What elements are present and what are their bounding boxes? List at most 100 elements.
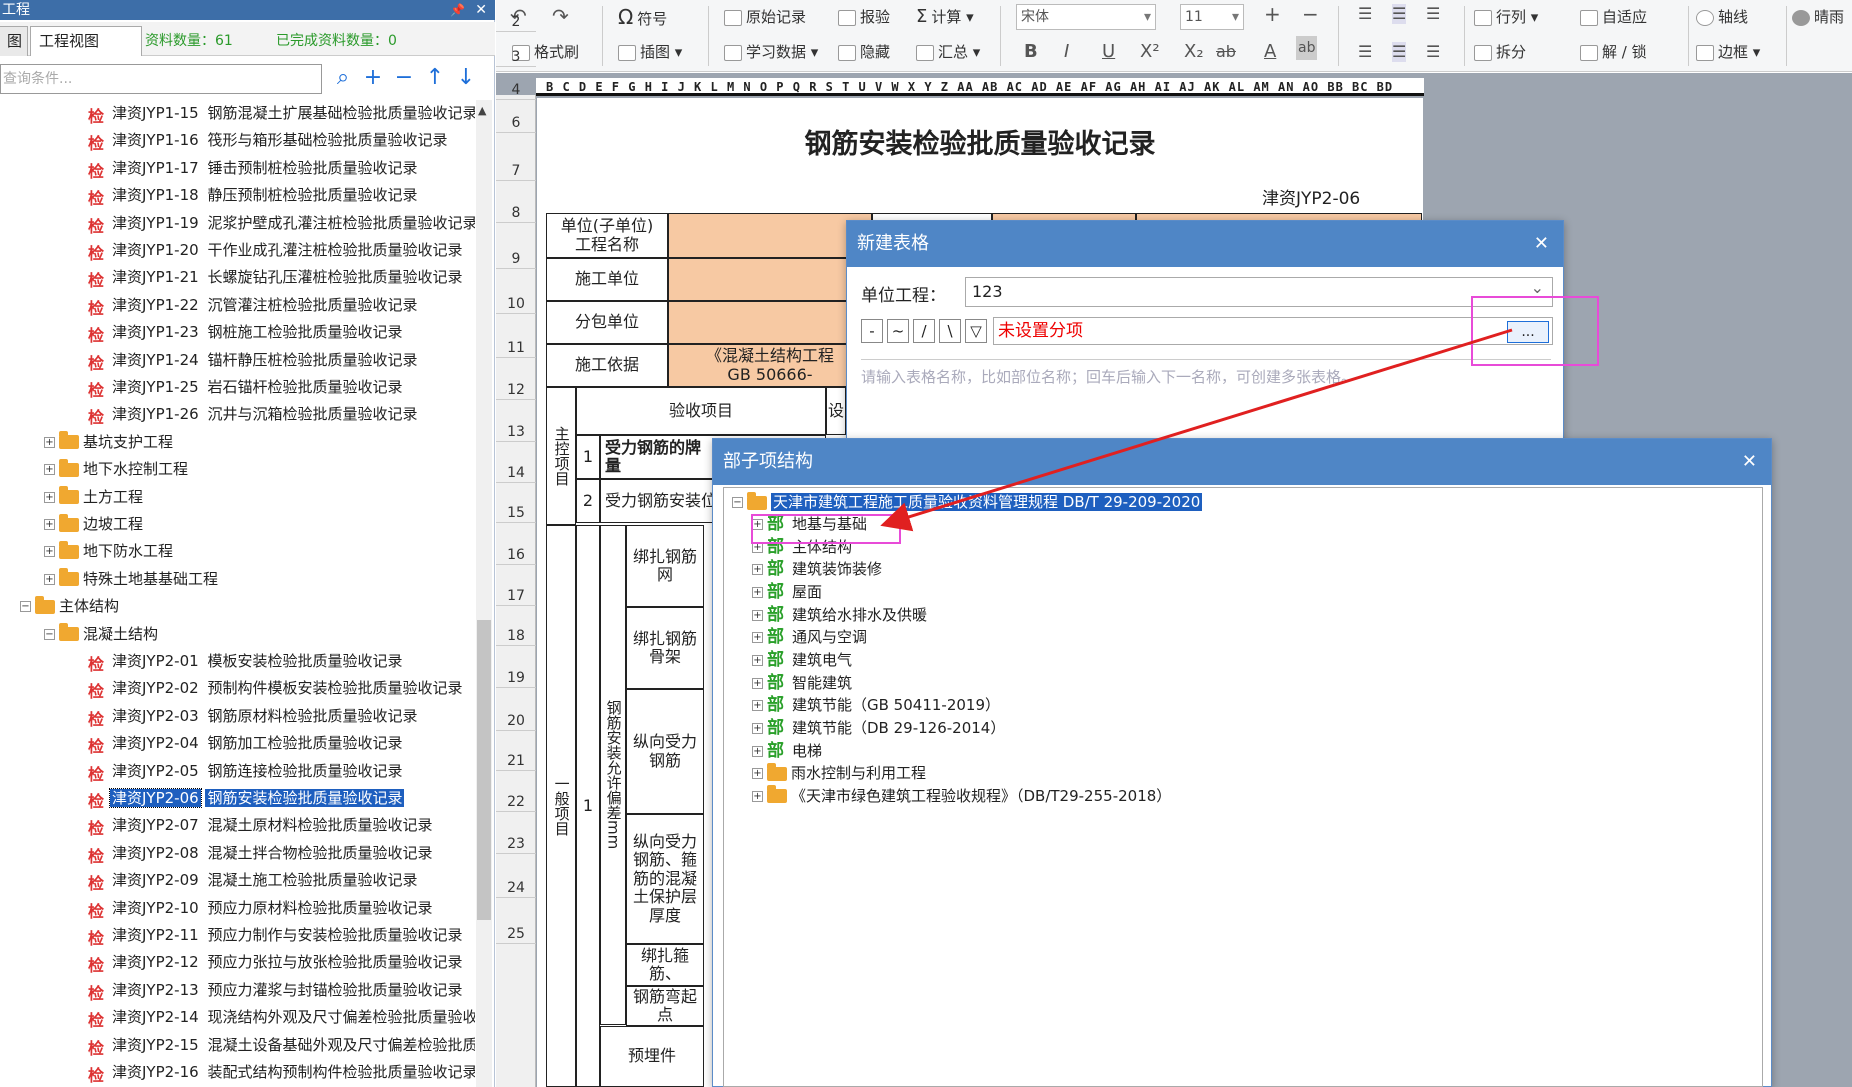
calc-button[interactable]: Σ 计算 ▾ [916,7,974,27]
italic-icon[interactable]: I [1064,42,1069,62]
unlock-button[interactable]: 解 / 锁 [1580,42,1647,62]
tree-leaf-item[interactable]: 检津资JYP2-08 混凝土拌合物检验批质量验收记录 [88,840,434,866]
basis-value[interactable]: 《混凝土结构工程 GB 50666- [668,344,872,387]
arrow-up-icon[interactable]: ↑ [422,64,448,94]
border-button[interactable]: 边框 ▾ [1696,42,1760,62]
expand-icon[interactable]: + [44,436,55,448]
form-code[interactable]: 津资JYP2-06 [1262,184,1360,209]
slash-button[interactable]: / [913,319,935,343]
tree-leaf-item[interactable]: 检津资JYP2-06 钢筋安装检验批质量验收记录 [88,785,405,811]
tree-folder-item[interactable]: + 土方工程 [44,484,143,510]
align-middle-icon[interactable]: ☰ [1392,4,1407,24]
tree-folder-item[interactable]: + 地下水控制工程 [44,456,188,482]
tree-leaf-item[interactable]: 检津资JYP1-23 钢桩施工检验批质量验收记录 [88,319,404,345]
collapse-icon[interactable]: − [732,497,743,508]
close-icon[interactable]: ✕ [1534,221,1549,267]
expand-icon[interactable]: + [44,519,55,530]
char-icon[interactable]: ab [1296,36,1318,60]
tree-folder-item[interactable]: + 特殊土地基基础工程 [44,566,218,592]
construct-unit-value[interactable] [668,258,872,301]
tree-division-item[interactable]: + 部屋面 [752,582,822,602]
tree-folder-item[interactable]: + 地下防水工程 [44,538,173,564]
tree-leaf-item[interactable]: 检津资JYP1-24 锚杆静压桩检验批质量验收记录 [88,347,419,373]
underline-icon[interactable]: U [1102,42,1115,62]
align-left-icon[interactable]: ☰ [1358,42,1372,62]
tree-leaf-item[interactable]: 检津资JYP2-12 预应力张拉与放张检验批质量验收记录 [88,949,464,975]
add-icon[interactable]: + [360,64,386,94]
row-number[interactable]: 18 [496,626,536,646]
tree-leaf-item[interactable]: 检津资JYP2-07 混凝土原材料检验批质量验收记录 [88,812,434,838]
original-record-button[interactable]: 原始记录 [724,7,806,27]
sub-unit-value[interactable] [668,301,872,344]
row-number[interactable]: 2 [496,12,536,32]
tree-leaf-item[interactable]: 检津资JYP2-14 现浇结构外观及尺寸偏差检验批质量验收 [88,1004,475,1030]
tree-leaf-item[interactable]: 检津资JYP2-16 装配式结构预制构件检验批质量验收记录 [88,1059,475,1085]
expand-icon[interactable]: + [752,700,763,712]
tilde-button[interactable]: ~ [887,319,909,343]
tree-leaf-item[interactable]: 检津资JYP2-10 预应力原材料检验批质量验收记录 [88,895,434,921]
auto-fit-button[interactable]: 自适应 [1580,7,1647,27]
sub-item-field[interactable]: 未设置分项 [993,317,1553,345]
tree-leaf-item[interactable]: 检津资JYP1-17 锤击预制桩检验批质量验收记录 [88,155,419,181]
tab-graph[interactable]: 图 [0,26,28,56]
tree-folder-item[interactable]: − 混凝土结构 [44,621,158,647]
expand-icon[interactable]: + [752,768,763,780]
scrollbar-thumb[interactable] [477,620,491,920]
tree-leaf-item[interactable]: 检津资JYP2-03 钢筋原材料检验批质量验收记录 [88,703,419,729]
form-title[interactable]: 钢筋安装检验批质量验收记录 [537,122,1423,161]
tree-division-item[interactable]: + 部电梯 [752,741,822,761]
expand-icon[interactable]: + [752,564,763,576]
align-right-icon[interactable]: ☰ [1426,42,1440,62]
hide-button[interactable]: 隐藏 [838,42,890,62]
expand-icon[interactable]: + [752,722,763,734]
table-name-input[interactable]: 请输入表格名称，比如部位名称；回车后输入下一名称，可创建多张表格。 [861,359,1551,387]
backslash-button[interactable]: \ [939,319,961,343]
tree-folder-item[interactable]: + 《天津市绿色建筑工程验收规程》（DB/T29-255-2018） [752,785,1171,806]
learn-data-button[interactable]: 学习数据 ▾ [724,42,818,62]
tree-division-item[interactable]: + 部建筑给水排水及供暖 [752,605,927,625]
scroll-up-icon[interactable]: ▲ [478,104,486,117]
search-input[interactable]: 查询条件... [0,64,322,94]
expand-icon[interactable]: + [752,677,763,689]
tree-leaf-item[interactable]: 检津资JYP1-20 干作业成孔灌注桩检验批质量验收记录 [88,237,464,263]
font-color-icon[interactable]: A [1264,42,1276,62]
row-number[interactable]: 22 [496,792,536,812]
insert-image-button[interactable]: 插图 ▾ [618,42,682,62]
tree-leaf-item[interactable]: 检津资JYP2-01 模板安装检验批质量验收记录 [88,648,404,674]
expand-icon[interactable]: + [44,464,55,476]
tree-folder-item[interactable]: + 雨水控制与利用工程 [752,762,926,783]
row-col-button[interactable]: 行列 ▾ [1474,7,1538,27]
collapse-icon[interactable]: − [20,601,31,613]
tree-leaf-item[interactable]: 检津资JYP1-15 钢筋混凝土扩展基础检验批质量验收记录 [88,100,475,126]
unit-project-select[interactable]: 123 [965,274,1553,307]
split-button[interactable]: 拆分 [1474,42,1526,62]
row-number[interactable]: 11 [496,338,536,358]
row-number[interactable]: 21 [496,751,536,771]
tree-leaf-item[interactable]: 检津资JYP2-04 钢筋加工检验批质量验收记录 [88,730,404,756]
row-number[interactable]: 14 [496,463,536,483]
row-number[interactable]: 9 [496,249,536,269]
tree-folder-item[interactable]: − 主体结构 [20,593,119,619]
tree-leaf-item[interactable]: 检津资JYP1-21 长螺旋钻孔压灌桩检验批质量验收记录 [88,264,464,290]
summary-button[interactable]: 汇总 ▾ [916,42,980,62]
expand-icon[interactable]: + [44,491,55,503]
tree-leaf-item[interactable]: 检津资JYP2-09 混凝土施工检验批质量验收记录 [88,867,419,893]
row-number[interactable]: 16 [496,545,536,565]
row-number[interactable]: 24 [496,878,536,898]
expand-icon[interactable]: + [44,573,55,585]
decrease-font-icon[interactable]: − [1302,4,1319,24]
tree-division-item[interactable]: + 部通风与空调 [752,627,867,647]
unit-name-value[interactable] [668,213,872,258]
row-number[interactable]: 19 [496,668,536,688]
tree-scrollbar[interactable] [476,100,492,1087]
search-icon[interactable]: ⌕ [330,64,356,94]
row-number[interactable]: 7 [496,161,536,181]
row-number[interactable]: 3 [496,47,536,67]
expand-icon[interactable]: + [752,790,763,802]
triangle-button[interactable]: ▽ [965,319,987,343]
minus-icon[interactable]: − [391,64,417,94]
increase-font-icon[interactable]: + [1264,4,1281,24]
tree-division-item[interactable]: + 部建筑装饰装修 [752,559,882,579]
expand-icon[interactable]: + [752,654,763,666]
tree-leaf-item[interactable]: 检津资JYP1-16 筏形与箱形基础检验批质量验收记录 [88,127,449,153]
